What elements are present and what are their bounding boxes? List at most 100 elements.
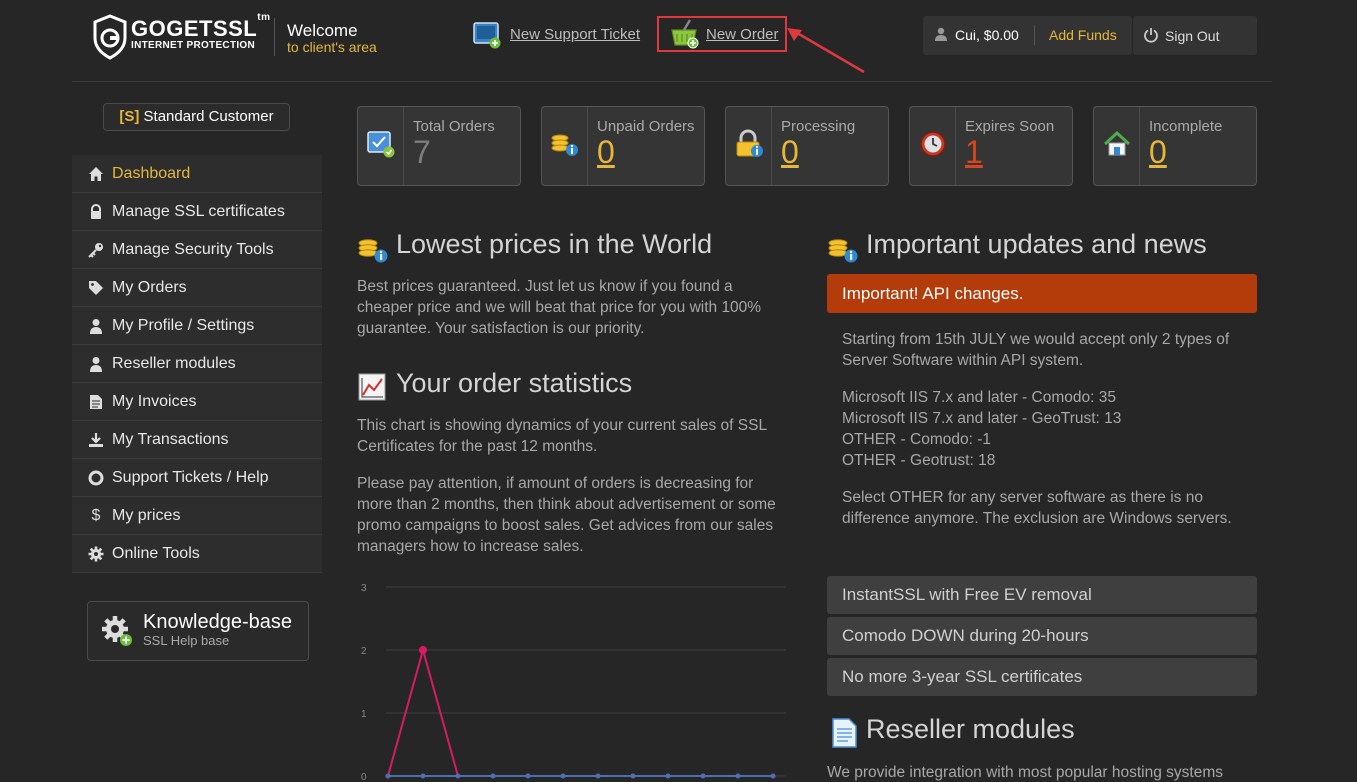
document-icon — [88, 394, 104, 410]
news-item[interactable]: Comodo DOWN during 20-hours — [827, 617, 1257, 655]
sidebar-item-my-orders[interactable]: My Orders — [72, 269, 322, 307]
sidebar-item-label: Reseller modules — [112, 354, 236, 372]
certificate-icon — [367, 131, 395, 158]
sign-out-label[interactable]: Sign Out — [1165, 28, 1219, 44]
reseller-modules-heading: Reseller modules — [866, 714, 1075, 744]
order-statistics-chart: 0 1 2 3 — [361, 583, 786, 782]
header-divider — [274, 18, 275, 56]
lifebuoy-icon — [88, 470, 104, 486]
stat-total-orders[interactable]: Total Orders 7 — [357, 106, 521, 186]
sidebar-item-label: My Transactions — [112, 430, 229, 448]
house-icon — [1103, 130, 1131, 156]
chart-point[interactable] — [560, 773, 566, 779]
sidebar-item-label: My Invoices — [112, 392, 197, 410]
chart-point[interactable] — [665, 773, 671, 779]
chart-point[interactable] — [525, 773, 531, 779]
knowledge-base-title[interactable]: Knowledge-base — [143, 611, 292, 634]
news-software-line: OTHER - Geotrust: 18 — [842, 452, 996, 469]
logo-subtitle: INTERNET PROTECTION — [131, 40, 256, 51]
news-paragraph: Select OTHER for any server software as … — [842, 489, 1232, 527]
stat-incomplete[interactable]: Incomplete 0 — [1093, 106, 1257, 186]
sidebar-item-invoices[interactable]: My Invoices — [72, 383, 322, 421]
chart-point[interactable] — [595, 773, 601, 779]
sidebar-item-label: My prices — [112, 506, 181, 524]
download-icon — [88, 432, 104, 448]
stat-label: Processing — [781, 118, 856, 135]
sidebar-item-label: Manage SSL certificates — [112, 202, 285, 220]
stat-label: Unpaid Orders — [597, 118, 695, 135]
stat-value: 7 — [413, 134, 431, 170]
chart-point[interactable] — [700, 773, 706, 779]
sidebar-item-label: Dashboard — [112, 164, 191, 182]
stat-divider — [955, 107, 956, 185]
support-ticket-icon[interactable] — [473, 21, 501, 49]
sidebar-item-online-tools[interactable]: Online Tools — [72, 535, 322, 573]
sidebar-item-label: Manage Security Tools — [112, 240, 274, 258]
stat-divider — [587, 107, 588, 185]
sidebar-item-transactions[interactable]: My Transactions — [72, 421, 322, 459]
sidebar-item-label: Support Tickets / Help — [112, 468, 269, 486]
news-software-line: OTHER - Comodo: -1 — [842, 431, 992, 448]
shopping-basket-icon[interactable] — [668, 18, 700, 50]
lock-icon — [88, 203, 104, 220]
news-software-list: Microsoft IIS 7.x and later - Comodo: 35… — [842, 387, 1252, 471]
chart-point[interactable] — [455, 773, 461, 779]
news-software-line: Microsoft IIS 7.x and later - GeoTrust: … — [842, 410, 1122, 427]
news-paragraph: Starting from 15th JULY we would accept … — [842, 331, 1230, 369]
sidebar-item-profile[interactable]: My Profile / Settings — [72, 307, 322, 345]
logo-text: GOGETSSLtm — [131, 11, 271, 41]
stat-label: Expires Soon — [965, 118, 1055, 135]
knowledge-base-subtitle[interactable]: SSL Help base — [143, 633, 229, 648]
user-icon — [88, 318, 104, 334]
user-icon — [935, 27, 947, 41]
chart-point[interactable] — [420, 773, 426, 779]
news-highlight-api-changes[interactable]: Important! API changes. — [827, 274, 1257, 313]
stat-value[interactable]: 0 — [781, 134, 799, 171]
stat-unpaid-orders[interactable]: Unpaid Orders 0 — [541, 106, 705, 186]
power-icon[interactable] — [1143, 27, 1159, 43]
sidebar-item-manage-ssl[interactable]: Manage SSL certificates — [72, 193, 322, 231]
welcome-title: Welcome — [287, 21, 358, 40]
coins-icon — [551, 134, 578, 156]
stat-divider — [403, 107, 404, 185]
sidebar-item-dashboard[interactable]: Dashboard — [72, 155, 322, 193]
lowest-prices-text: Best prices guaranteed. Just let us know… — [357, 278, 762, 337]
line-chart-icon — [358, 373, 386, 401]
gear-icon — [88, 546, 104, 562]
news-item[interactable]: InstantSSL with Free EV removal — [827, 576, 1257, 614]
sidebar-item-security-tools[interactable]: Manage Security Tools — [72, 231, 322, 269]
chart-y-tick-label: 2 — [361, 646, 367, 657]
user-icon — [88, 356, 104, 372]
chart-point[interactable] — [630, 773, 636, 779]
stat-value[interactable]: 1 — [965, 134, 983, 171]
stat-label: Incomplete — [1149, 118, 1223, 135]
new-order-link[interactable]: New Order — [706, 26, 779, 43]
chart-point[interactable] — [419, 646, 427, 654]
order-statistics-heading: Your order statistics — [396, 368, 633, 398]
gear-icon[interactable] — [100, 614, 134, 648]
coins-icon — [828, 239, 858, 263]
stat-label: Total Orders — [413, 118, 495, 135]
stat-value[interactable]: 0 — [597, 134, 615, 171]
stat-divider — [771, 107, 772, 185]
order-statistics-advice: Please pay attention, if amount of order… — [357, 475, 776, 555]
stat-expires-soon[interactable]: Expires Soon 1 — [909, 106, 1073, 186]
chart-point[interactable] — [385, 773, 391, 779]
user-name-balance: Cui, $0.00 — [955, 27, 1019, 43]
document-icon — [832, 718, 857, 748]
sidebar-item-reseller[interactable]: Reseller modules — [72, 345, 322, 383]
stat-processing[interactable]: Processing 0 — [725, 106, 889, 186]
chart-point[interactable] — [490, 773, 496, 779]
lowest-prices-heading: Lowest prices in the World — [396, 229, 713, 259]
chart-point[interactable] — [735, 773, 741, 779]
new-support-ticket-link[interactable]: New Support Ticket — [510, 26, 640, 43]
chart-point[interactable] — [770, 773, 776, 779]
header-rule — [72, 81, 1272, 82]
sidebar-item-support[interactable]: Support Tickets / Help — [72, 459, 322, 497]
news-item[interactable]: No more 3-year SSL certificates — [827, 658, 1257, 696]
add-funds-link[interactable]: Add Funds — [1049, 27, 1117, 43]
stat-value[interactable]: 0 — [1149, 134, 1167, 171]
sidebar-item-prices[interactable]: $ My prices — [72, 497, 322, 535]
chart-y-tick-label: 1 — [361, 709, 367, 720]
padlock-icon — [736, 129, 763, 157]
